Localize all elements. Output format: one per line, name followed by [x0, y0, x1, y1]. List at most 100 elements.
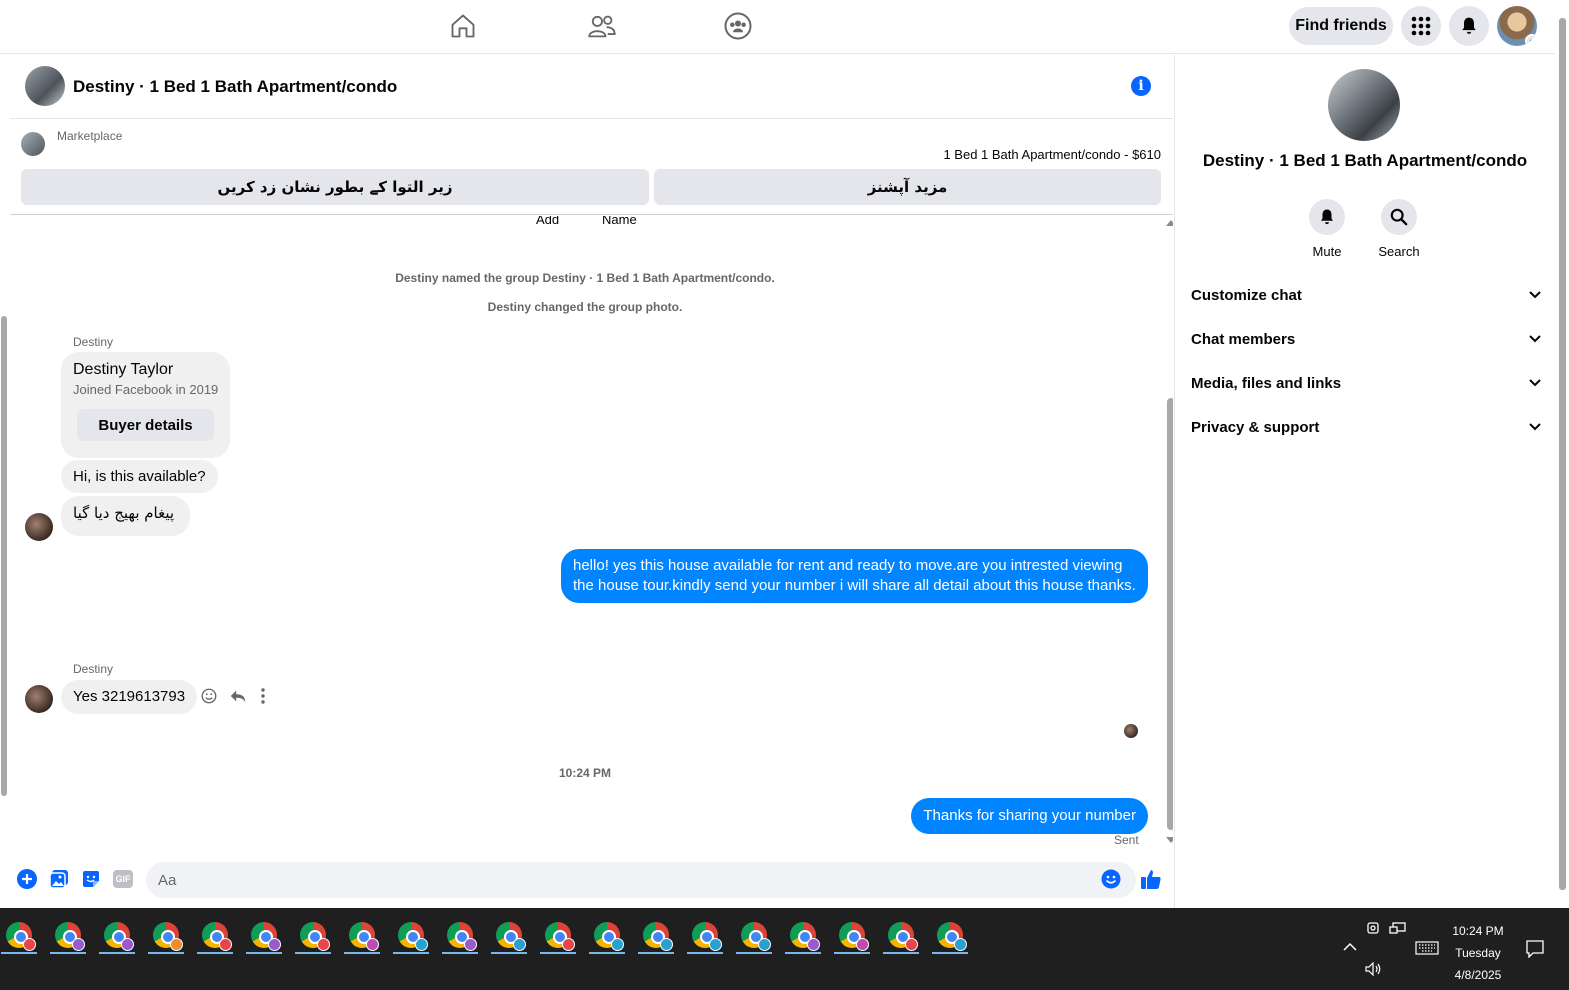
taskbar-chrome-window[interactable]: [148, 916, 184, 954]
find-friends-button[interactable]: Find friends: [1289, 7, 1393, 45]
more-actions-icon[interactable]: [260, 687, 272, 707]
system-message: Destiny named the group Destiny · 1 Bed …: [395, 271, 775, 285]
incoming-message[interactable]: Yes 3219613793: [61, 680, 198, 714]
chrome-icon: [643, 922, 673, 951]
search-icon: [1381, 199, 1417, 235]
taskbar-chrome-window[interactable]: [883, 916, 919, 954]
taskbar-chrome-window[interactable]: [932, 916, 968, 954]
profile-badge-icon: [660, 938, 673, 951]
profile-badge-icon: [905, 938, 918, 951]
chrome-icon: [496, 922, 526, 951]
photo-icon[interactable]: [48, 868, 70, 890]
chrome-icon: [447, 922, 477, 951]
taskbar-chrome-window[interactable]: [785, 916, 821, 954]
thread-scrollbar[interactable]: [1166, 216, 1173, 856]
page-scrollbar-left[interactable]: [0, 100, 9, 900]
network-icon[interactable]: [1389, 921, 1407, 940]
panel-title: Destiny · 1 Bed 1 Bath Apartment/condo: [1202, 151, 1528, 170]
profile-badge-icon: [23, 938, 36, 951]
plus-icon[interactable]: [16, 868, 38, 890]
taskbar-chrome-window[interactable]: [834, 916, 870, 954]
chevron-down-icon: ▾: [1525, 34, 1537, 46]
mark-pending-button[interactable]: زیر التوا کے بطور نشان زد کریں: [21, 169, 649, 205]
system-clock[interactable]: 10:24 PM Tuesday 4/8/2025: [1440, 920, 1516, 986]
profile-badge-icon: [562, 938, 575, 951]
taskbar-chrome-window[interactable]: [197, 916, 233, 954]
incoming-message[interactable]: Hi, is this available?: [61, 460, 218, 493]
grid-icon: [1411, 16, 1431, 36]
search-action[interactable]: Search: [1369, 199, 1429, 259]
chat-title[interactable]: Destiny · 1 Bed 1 Bath Apartment/condo: [73, 77, 397, 97]
volume-icon[interactable]: [1365, 961, 1383, 979]
message-input[interactable]: [146, 862, 1136, 898]
group-photo[interactable]: [1328, 69, 1400, 141]
taskbar-chrome-window[interactable]: [589, 916, 625, 954]
taskbar-chrome-window[interactable]: [540, 916, 576, 954]
profile-badge-icon: [758, 938, 771, 951]
outgoing-message[interactable]: hello! yes this house available for rent…: [561, 549, 1148, 603]
home-icon[interactable]: [446, 10, 480, 42]
taskbar-chrome-window[interactable]: [246, 916, 282, 954]
profile-badge-icon: [513, 938, 526, 951]
section-privacy-support[interactable]: Privacy & support: [1191, 415, 1541, 439]
like-icon[interactable]: [1140, 868, 1162, 890]
react-icon[interactable]: [200, 687, 220, 707]
taskbar-chrome-window[interactable]: [638, 916, 674, 954]
gif-icon[interactable]: GIF: [112, 868, 134, 890]
chevron-down-icon: [1529, 335, 1541, 343]
sender-name: Destiny: [73, 662, 114, 676]
outgoing-message-line: the house tour.kindly send your number i…: [573, 577, 1136, 594]
keyboard-icon[interactable]: [1415, 941, 1439, 958]
friends-icon[interactable]: [585, 10, 619, 42]
buyer-details-button[interactable]: Buyer details: [77, 409, 214, 441]
chevron-down-icon: [1529, 423, 1541, 431]
section-label: Customize chat: [1191, 286, 1302, 304]
taskbar-chrome-window[interactable]: [491, 916, 527, 954]
listing-thumbnail[interactable]: [21, 132, 45, 156]
emoji-icon[interactable]: [1100, 868, 1122, 890]
incoming-message[interactable]: پیغام بھیج دیا گیا: [61, 496, 191, 536]
chrome-icon: [153, 922, 183, 951]
mute-label: Mute: [1312, 244, 1342, 259]
menu-grid-button[interactable]: [1401, 6, 1441, 46]
notifications-button[interactable]: [1449, 6, 1489, 46]
chevron-up-icon[interactable]: [1343, 941, 1357, 955]
page-scrollbar-right[interactable]: [1556, 0, 1569, 908]
outgoing-message[interactable]: Thanks for sharing your number: [911, 798, 1148, 834]
chrome-icon: [349, 922, 379, 951]
sender-avatar[interactable]: [25, 513, 53, 541]
taskbar-chrome-window[interactable]: [442, 916, 478, 954]
taskbar-chrome-window[interactable]: [736, 916, 772, 954]
taskbar-chrome-window[interactable]: [687, 916, 723, 954]
sender-name: Destiny: [73, 335, 114, 349]
taskbar-chrome-window[interactable]: [99, 916, 135, 954]
notification-center-icon[interactable]: [1526, 940, 1544, 961]
account-avatar[interactable]: ▾: [1497, 6, 1537, 46]
sticker-icon[interactable]: [80, 868, 102, 890]
chrome-icon: [594, 922, 624, 951]
chrome-icon: [888, 922, 918, 951]
marketplace-listing-bar: Marketplace 1 Bed 1 Bath Apartment/condo…: [10, 120, 1173, 215]
sender-avatar[interactable]: [25, 685, 53, 713]
group-avatar[interactable]: [25, 66, 65, 106]
message-thread: Add Name Destiny named the group Destiny…: [10, 216, 1173, 856]
taskbar-chrome-window[interactable]: [393, 916, 429, 954]
taskbar-chrome-window[interactable]: [1, 916, 37, 954]
info-icon[interactable]: i: [1131, 76, 1151, 96]
camera-icon[interactable]: [1366, 920, 1380, 939]
more-options-button[interactable]: مزید آپشنز: [654, 169, 1161, 205]
taskbar-chrome-window[interactable]: [344, 916, 380, 954]
buyer-name: Destiny Taylor: [73, 361, 174, 378]
message-composer: GIF: [10, 856, 1173, 906]
groups-icon[interactable]: [721, 10, 755, 42]
reply-icon[interactable]: [229, 687, 249, 707]
taskbar-chrome-window[interactable]: [295, 916, 331, 954]
section-media-files-links[interactable]: Media, files and links: [1191, 371, 1541, 395]
section-customize-chat[interactable]: Customize chat: [1191, 283, 1541, 307]
section-chat-members[interactable]: Chat members: [1191, 327, 1541, 351]
profile-badge-icon: [317, 938, 330, 951]
chevron-down-icon: [1529, 291, 1541, 299]
chevron-down-icon: [1529, 379, 1541, 387]
taskbar-chrome-window[interactable]: [50, 916, 86, 954]
mute-action[interactable]: Mute: [1297, 199, 1357, 259]
